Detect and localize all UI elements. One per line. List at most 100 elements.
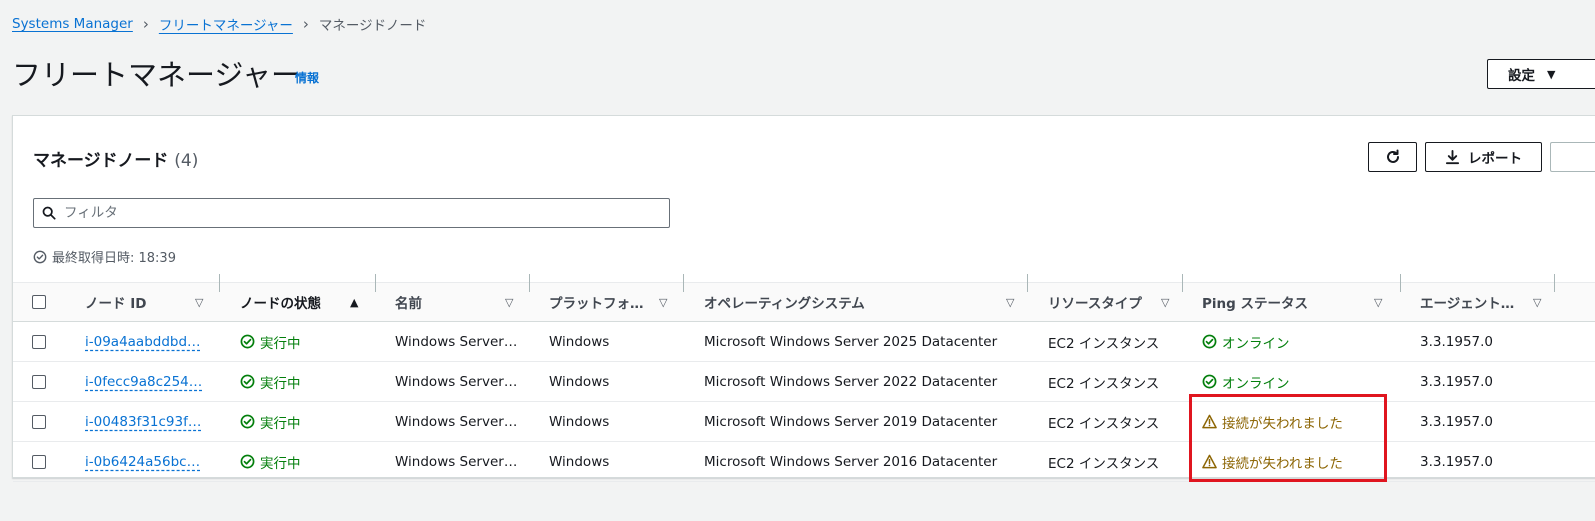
node-state-text: 実行中 [260,375,301,392]
filter-field[interactable] [33,198,670,228]
sort-caret-icon: ▽ [1006,295,1015,309]
settings-label: 設定 [1508,68,1535,84]
status-positive-icon [240,334,255,349]
resource-type-cell: EC2 インスタンス [1048,455,1160,472]
column-label: リソースタイプ [1048,296,1142,312]
node-state-text: 実行中 [260,335,301,352]
actions-button[interactable] [1550,142,1595,172]
name-cell: Windows Server… [395,373,518,390]
column-header-node-state[interactable]: ノードの状態 ▲ [240,283,380,321]
chevron-right-icon: › [302,15,309,33]
settings-dropdown-button[interactable]: 設定 ▼ [1487,59,1595,89]
select-all-checkbox[interactable] [32,295,46,309]
node-state-status: 実行中 [240,332,301,352]
breadcrumb-fleet-manager[interactable]: フリートマネージャー [159,14,293,34]
column-header-agent-version[interactable]: エージェント… ▽ [1420,283,1550,321]
last-updated: 最終取得日時: 18:39 [33,247,176,266]
column-header-resource-type[interactable]: リソースタイプ ▽ [1048,283,1178,321]
column-header-name[interactable]: 名前 ▽ [395,283,525,321]
name-cell: Windows Server… [395,413,518,430]
column-label: プラットフォ… [549,296,644,312]
os-cell: Microsoft Windows Server 2025 Datacenter [704,333,998,350]
node-id-link[interactable]: i-00483f31c93f… [85,402,201,441]
panel-title: マネージドノード (4) [33,146,198,171]
breadcrumb-systems-manager[interactable]: Systems Manager [12,16,133,32]
column-header-ping-status[interactable]: Ping ステータス ▽ [1202,283,1392,321]
status-warning-icon [1202,454,1217,469]
filter-input[interactable] [62,204,646,222]
sort-caret-icon: ▽ [1533,295,1542,309]
status-warning-icon [1202,414,1217,429]
os-cell: Microsoft Windows Server 2019 Datacenter [704,413,998,430]
refresh-icon [1386,149,1399,163]
table-row: i-0fecc9a8c254… 実行中 Windows Server… Windows… [13,362,1595,402]
ping-status-text: 接続が失われました [1222,455,1343,472]
row-checkbox[interactable] [32,374,46,389]
managed-nodes-panel: マネージドノード (4) レポート 最終取得日時: 18:39 [12,115,1595,482]
breadcrumb-current: マネージドノード [318,18,427,34]
table-body: i-09a4aabddbd… 実行中 Windows Server… Windows M… [13,322,1595,482]
node-id-link[interactable]: i-09a4aabddbd… [85,322,201,361]
table-row: i-0b6424a56bc… 実行中 Windows Server… Windows M… [13,442,1595,482]
status-positive-icon [240,414,255,429]
node-id-link[interactable]: i-0b6424a56bc… [85,442,200,481]
search-icon [42,206,56,220]
node-state-status: 実行中 [240,412,301,432]
node-id-link[interactable]: i-0fecc9a8c254… [85,362,202,401]
platform-cell: Windows [549,373,610,390]
breadcrumb: Systems Manager › フリートマネージャー › マネージドノード [12,14,426,34]
row-select-cell[interactable] [32,402,46,441]
sort-caret-icon: ▽ [1374,295,1383,309]
resource-type-cell: EC2 インスタンス [1048,335,1160,352]
table-header: ノード ID ▽ ノードの状態 ▲ 名前 ▽ プラットフォ… ▽ オペレーティン… [13,274,1595,322]
panel-title-text: マネージドノード [33,151,169,171]
sort-caret-icon: ▽ [659,295,668,309]
row-checkbox[interactable] [32,334,46,349]
column-label: Ping ステータス [1202,296,1308,312]
status-pending-icon [33,250,47,263]
agent-version-cell: 3.3.1957.0 [1420,333,1493,350]
resource-type-cell: EC2 インスタンス [1048,375,1160,392]
column-label: 名前 [395,296,422,312]
node-count: (4) [174,151,199,171]
resource-type-cell: EC2 インスタンス [1048,415,1160,432]
agent-version-cell: 3.3.1957.0 [1420,373,1493,390]
select-all-cell[interactable] [32,283,46,321]
managed-nodes-table: ノード ID ▽ ノードの状態 ▲ 名前 ▽ プラットフォ… ▽ オペレーティン… [13,274,1595,482]
row-select-cell[interactable] [32,322,46,361]
platform-cell: Windows [549,453,610,470]
column-header-platform[interactable]: プラットフォ… ▽ [549,283,679,321]
node-state-text: 実行中 [260,415,301,432]
sort-ascending-icon: ▲ [350,295,359,309]
sort-caret-icon: ▽ [1161,295,1170,309]
row-checkbox[interactable] [32,414,46,429]
column-label: ノードの状態 [240,296,321,312]
caret-down-icon: ▼ [1547,67,1556,81]
ping-status: オンライン [1202,372,1290,392]
ping-status-text: オンライン [1222,335,1290,352]
column-label: ノード ID [85,296,147,312]
ping-status: 接続が失われました [1202,412,1343,432]
chevron-right-icon: › [142,15,149,33]
node-state-text: 実行中 [260,455,301,472]
row-select-cell[interactable] [32,442,46,481]
refresh-button[interactable] [1368,142,1417,172]
status-positive-icon [1202,374,1217,389]
platform-cell: Windows [549,413,610,430]
report-label: レポート [1468,151,1522,167]
row-select-cell[interactable] [32,362,46,401]
os-cell: Microsoft Windows Server 2016 Datacenter [704,453,998,470]
agent-version-cell: 3.3.1957.0 [1420,453,1493,470]
column-header-node-id[interactable]: ノード ID ▽ [85,283,215,321]
name-cell: Windows Server… [395,333,518,350]
info-link[interactable]: 情報 [295,69,319,86]
name-cell: Windows Server… [395,453,518,470]
platform-cell: Windows [549,333,610,350]
status-positive-icon [240,374,255,389]
last-updated-text: 最終取得日時: 18:39 [52,251,176,266]
node-state-status: 実行中 [240,452,301,472]
ping-status: 接続が失われました [1202,452,1343,472]
column-header-os[interactable]: オペレーティングシステム ▽ [704,283,1024,321]
report-download-button[interactable]: レポート [1425,142,1542,172]
row-checkbox[interactable] [32,454,46,469]
